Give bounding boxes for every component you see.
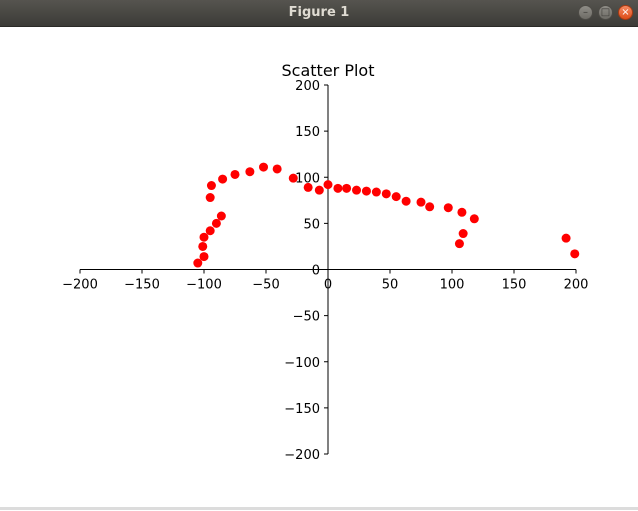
data-point [352,185,362,195]
data-point [218,174,228,184]
y-tick-label: −50 [293,310,320,325]
data-point [230,169,240,179]
data-point [198,241,208,251]
data-point [443,203,453,213]
x-tick-label: 50 [382,278,399,293]
data-point [288,173,298,183]
figure-canvas: Scatter Plot −200 −150 −100 −50 0 50 100 150 200… [0,27,638,507]
data-point [216,211,226,221]
y-tick-label: 150 [295,125,320,140]
maximize-icon[interactable]: □ [598,5,613,20]
chart-title: Scatter Plot [282,61,375,80]
close-icon[interactable]: × [618,5,633,20]
window-title: Figure 1 [288,5,350,20]
x-tick-label: 100 [440,278,465,293]
data-point [245,167,255,177]
data-point [561,233,571,243]
data-point [416,197,426,207]
data-point [458,229,468,239]
y-tick-label: −150 [284,402,320,417]
data-point [457,207,467,217]
data-point [211,218,221,228]
data-point [381,189,391,199]
data-point [303,182,313,192]
data-point [469,214,479,224]
data-point [401,196,411,206]
chart-axes: −200 −150 −100 −50 0 50 100 150 200 −200 −150 −100 −… [62,79,588,463]
y-tick-label: 200 [295,79,320,94]
window-titlebar: Figure 1 – □ × [0,0,638,27]
x-tick-label: −50 [252,278,279,293]
data-point [371,187,381,197]
data-point [342,183,352,193]
data-point [391,192,401,202]
data-point [323,180,333,190]
y-tick-label: 50 [303,217,320,232]
y-tick-label: −100 [284,356,320,371]
y-tick-label: −200 [284,448,320,463]
data-point [206,181,216,191]
data-point [570,249,580,259]
x-tick-label: 150 [502,278,527,293]
scatter-chart: Scatter Plot −200 −150 −100 −50 0 50 100 150 200… [62,61,588,463]
data-point [314,185,324,195]
data-point [454,239,464,249]
data-point [205,193,215,203]
data-point [205,226,215,236]
data-point [199,252,209,262]
y-tick-label: 0 [312,264,320,279]
data-point [425,202,435,212]
x-tick-label: −100 [186,278,222,293]
minimize-icon[interactable]: – [578,5,593,20]
x-tick-label: 0 [324,278,332,293]
x-tick-label: 200 [564,278,589,293]
data-point [272,164,282,174]
x-tick-label: −150 [124,278,160,293]
data-point [333,183,343,193]
x-tick-label: −200 [62,278,98,293]
chart-points [193,162,580,268]
data-point [259,162,269,172]
data-point [361,186,371,196]
